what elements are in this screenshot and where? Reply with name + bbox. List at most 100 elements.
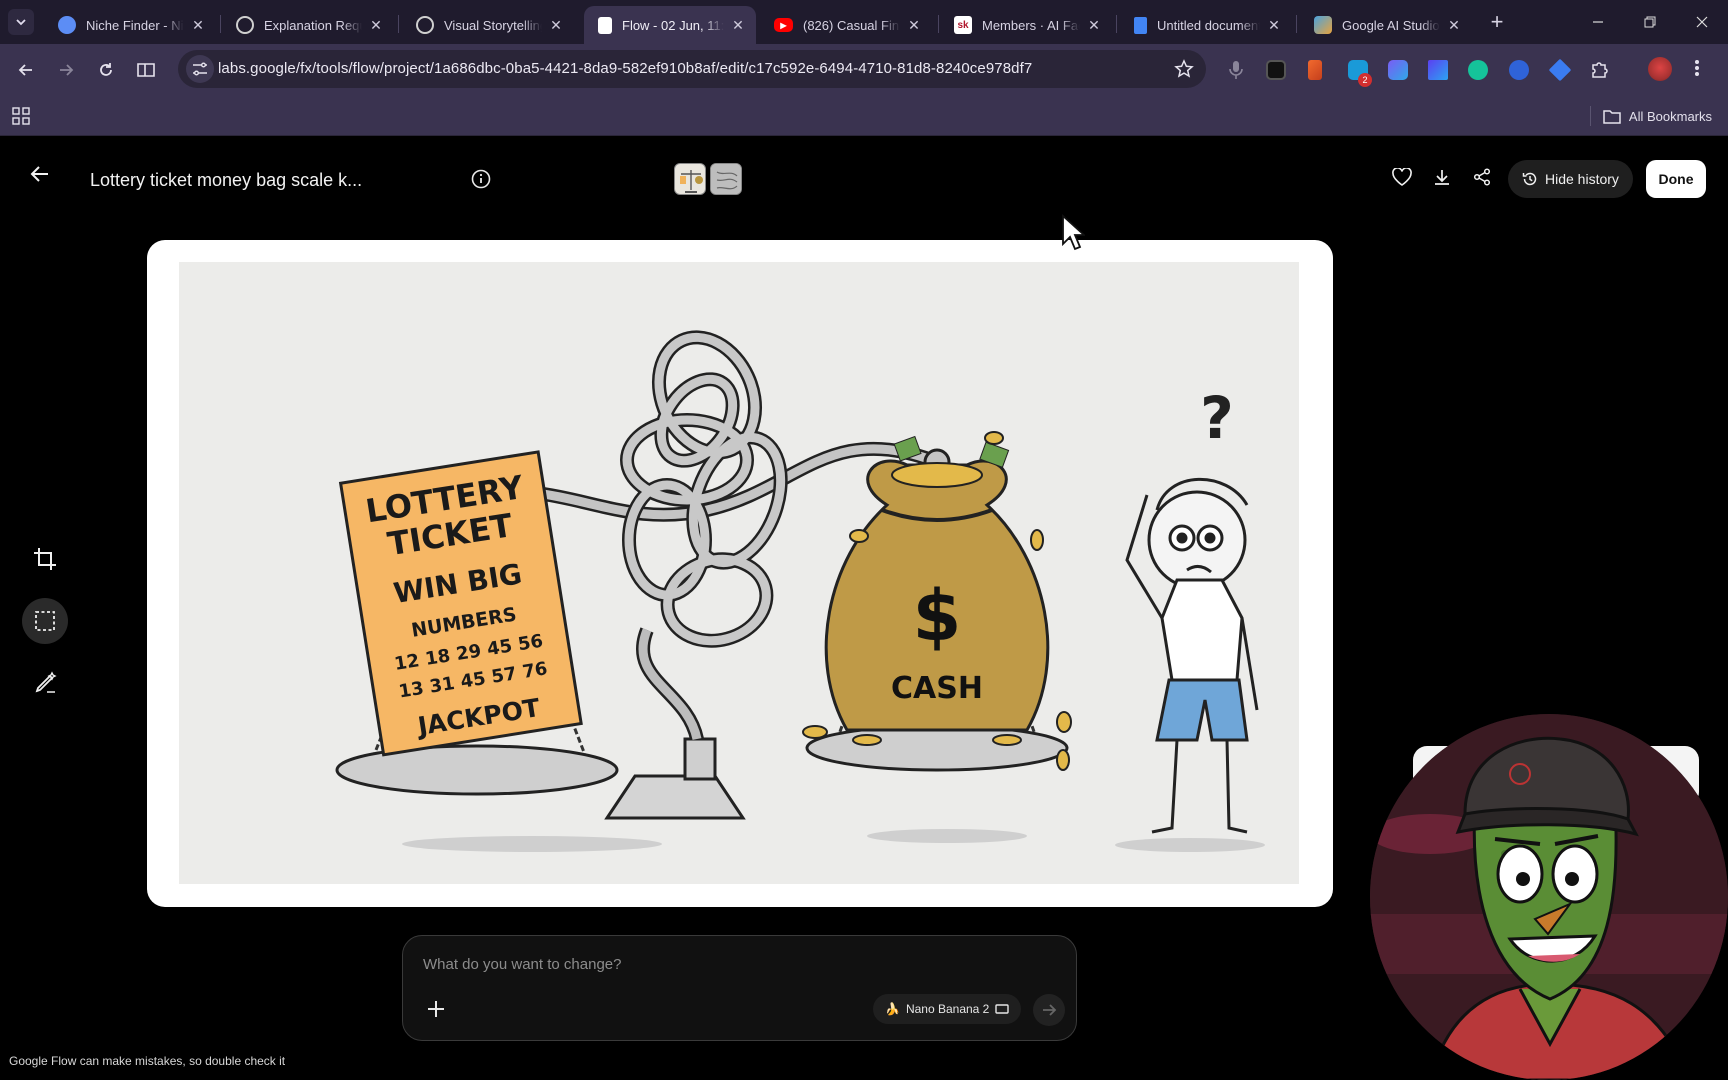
extension-icon[interactable]: [1428, 60, 1448, 80]
edit-prompt-box: 🍌 Nano Banana 2: [402, 935, 1077, 1041]
close-window-button[interactable]: [1680, 8, 1724, 36]
tab-divider: [398, 15, 399, 33]
history-thumbnails: [674, 163, 742, 195]
model-selector[interactable]: 🍌 Nano Banana 2: [873, 994, 1022, 1024]
close-icon[interactable]: ✕: [548, 17, 564, 33]
banana-icon: 🍌: [885, 1002, 900, 1016]
generated-image-canvas[interactable]: LOTTERY TICKET WIN BIG NUMBERS 12 18 29 …: [147, 240, 1333, 907]
tab-members[interactable]: sk Members · AI Faceless ✕: [940, 6, 1112, 44]
ai-studio-icon: [1314, 16, 1332, 34]
new-tab-button[interactable]: +: [1484, 11, 1510, 35]
draw-tool-button[interactable]: [22, 660, 68, 706]
flow-editor: Lottery ticket money bag scale k... Hide…: [0, 136, 1728, 1080]
apps-grid-icon[interactable]: [12, 107, 30, 125]
heart-icon: [1392, 168, 1412, 186]
crop-tool-button[interactable]: [22, 536, 68, 582]
tab-untitled-document[interactable]: Untitled document ✕: [1120, 6, 1292, 44]
shadow: [402, 836, 662, 852]
select-region-tool-button[interactable]: [22, 598, 68, 644]
tab-search-button[interactable]: [8, 9, 34, 35]
extension-icon[interactable]: [1509, 60, 1529, 80]
history-thumbnail[interactable]: [674, 163, 706, 195]
page-icon: [598, 16, 612, 34]
close-icon[interactable]: ✕: [368, 17, 384, 33]
all-bookmarks-button[interactable]: All Bookmarks: [1589, 106, 1712, 126]
star-icon[interactable]: [1174, 59, 1194, 79]
reload-button[interactable]: [92, 56, 120, 84]
openai-icon: [236, 16, 254, 34]
restore-button[interactable]: [1628, 8, 1672, 36]
reload-icon: [100, 63, 112, 76]
chevron-down-icon: [16, 19, 26, 26]
folder-icon: [1603, 109, 1621, 124]
history-icon: [1522, 172, 1537, 186]
add-attachment-button[interactable]: [421, 994, 451, 1024]
dollar-sign: $: [913, 575, 962, 657]
aspect-ratio-icon: [995, 1004, 1010, 1014]
split-view-button[interactable]: [132, 56, 160, 84]
tune-icon: [193, 62, 207, 76]
hide-history-button[interactable]: Hide history: [1508, 160, 1633, 198]
arrow-left-icon: [18, 64, 32, 76]
share-button[interactable]: [1473, 168, 1491, 186]
share-icon: [1473, 168, 1491, 186]
tab-niche-finder[interactable]: Niche Finder - Niche ✕: [44, 6, 216, 44]
favorite-button[interactable]: [1392, 168, 1412, 186]
minimize-icon: [1593, 21, 1603, 23]
project-title: Lottery ticket money bag scale k...: [90, 170, 363, 190]
minimize-button[interactable]: [1576, 8, 1620, 36]
webcam-avatar-overlay: [1370, 714, 1728, 1080]
tab-google-ai-studio[interactable]: Google AI Studio ✕: [1300, 6, 1472, 44]
extension-badge: 2: [1358, 73, 1372, 87]
youtube-icon: ▶: [774, 18, 793, 32]
download-button[interactable]: [1433, 168, 1451, 186]
url-text[interactable]: labs.google/fx/tools/flow/project/1a686d…: [218, 50, 1032, 88]
address-bar[interactable]: labs.google/fx/tools/flow/project/1a686d…: [178, 50, 1206, 88]
send-button[interactable]: [1033, 994, 1065, 1026]
extension-icon[interactable]: [1266, 60, 1286, 80]
tab-title: Untitled document: [1157, 17, 1260, 33]
lottery-vs-cash-illustration: LOTTERY TICKET WIN BIG NUMBERS 12 18 29 …: [179, 262, 1299, 884]
site-info-button[interactable]: [186, 55, 214, 83]
close-icon[interactable]: ✕: [1086, 17, 1102, 33]
crop-icon: [34, 548, 56, 570]
cartoon-presenter-image: [1370, 714, 1728, 1080]
tab-divider: [220, 15, 221, 33]
hide-history-label: Hide history: [1545, 171, 1619, 187]
history-thumbnail[interactable]: [710, 163, 742, 195]
tab-visual-storytelling[interactable]: Visual Storytelling ✕: [402, 6, 574, 44]
tag-icon[interactable]: [1548, 58, 1572, 82]
close-icon[interactable]: ✕: [730, 17, 746, 33]
arrow-left-icon: [30, 166, 48, 182]
back-button[interactable]: [12, 56, 40, 84]
forward-button[interactable]: [52, 56, 80, 84]
marquee-select-icon: [35, 611, 55, 631]
prompt-input[interactable]: [423, 950, 1023, 978]
tab-flow[interactable]: Flow - 02 Jun, 11: ✕: [584, 6, 756, 44]
disclaimer-text: Google Flow can make mistakes, so double…: [9, 1054, 286, 1068]
close-icon[interactable]: ✕: [1266, 17, 1282, 33]
back-button[interactable]: [30, 164, 50, 184]
extension-icon[interactable]: [1388, 60, 1408, 80]
profile-avatar[interactable]: [1648, 57, 1672, 81]
tab-divider: [1116, 15, 1117, 33]
microphone-icon[interactable]: [1228, 60, 1244, 80]
more-vertical-icon[interactable]: [1694, 58, 1700, 78]
tab-title: Visual Storytelling: [444, 17, 542, 33]
divider: [1589, 106, 1591, 126]
browser-tab-strip: Niche Finder - Niche ✕ Explanation Reque…: [0, 0, 1728, 44]
grammarly-icon[interactable]: [1468, 60, 1488, 80]
tab-title: Members · AI Faceless: [982, 17, 1080, 33]
done-button[interactable]: Done: [1646, 160, 1706, 198]
close-icon[interactable]: ✕: [190, 17, 206, 33]
tab-casual-finance[interactable]: ▶ (826) Casual Finance ✕: [760, 6, 932, 44]
close-icon[interactable]: ✕: [1446, 17, 1462, 33]
tab-divider: [1296, 15, 1297, 33]
extensions-puzzle-icon[interactable]: [1590, 59, 1610, 79]
close-icon[interactable]: ✕: [906, 17, 922, 33]
bookmarks-bar: All Bookmarks: [0, 96, 1728, 136]
tab-explanation-request[interactable]: Explanation Request ✕: [222, 6, 394, 44]
info-button[interactable]: [471, 169, 491, 189]
browser-toolbar: labs.google/fx/tools/flow/project/1a686d…: [0, 44, 1728, 96]
extension-icon[interactable]: [1308, 60, 1322, 80]
